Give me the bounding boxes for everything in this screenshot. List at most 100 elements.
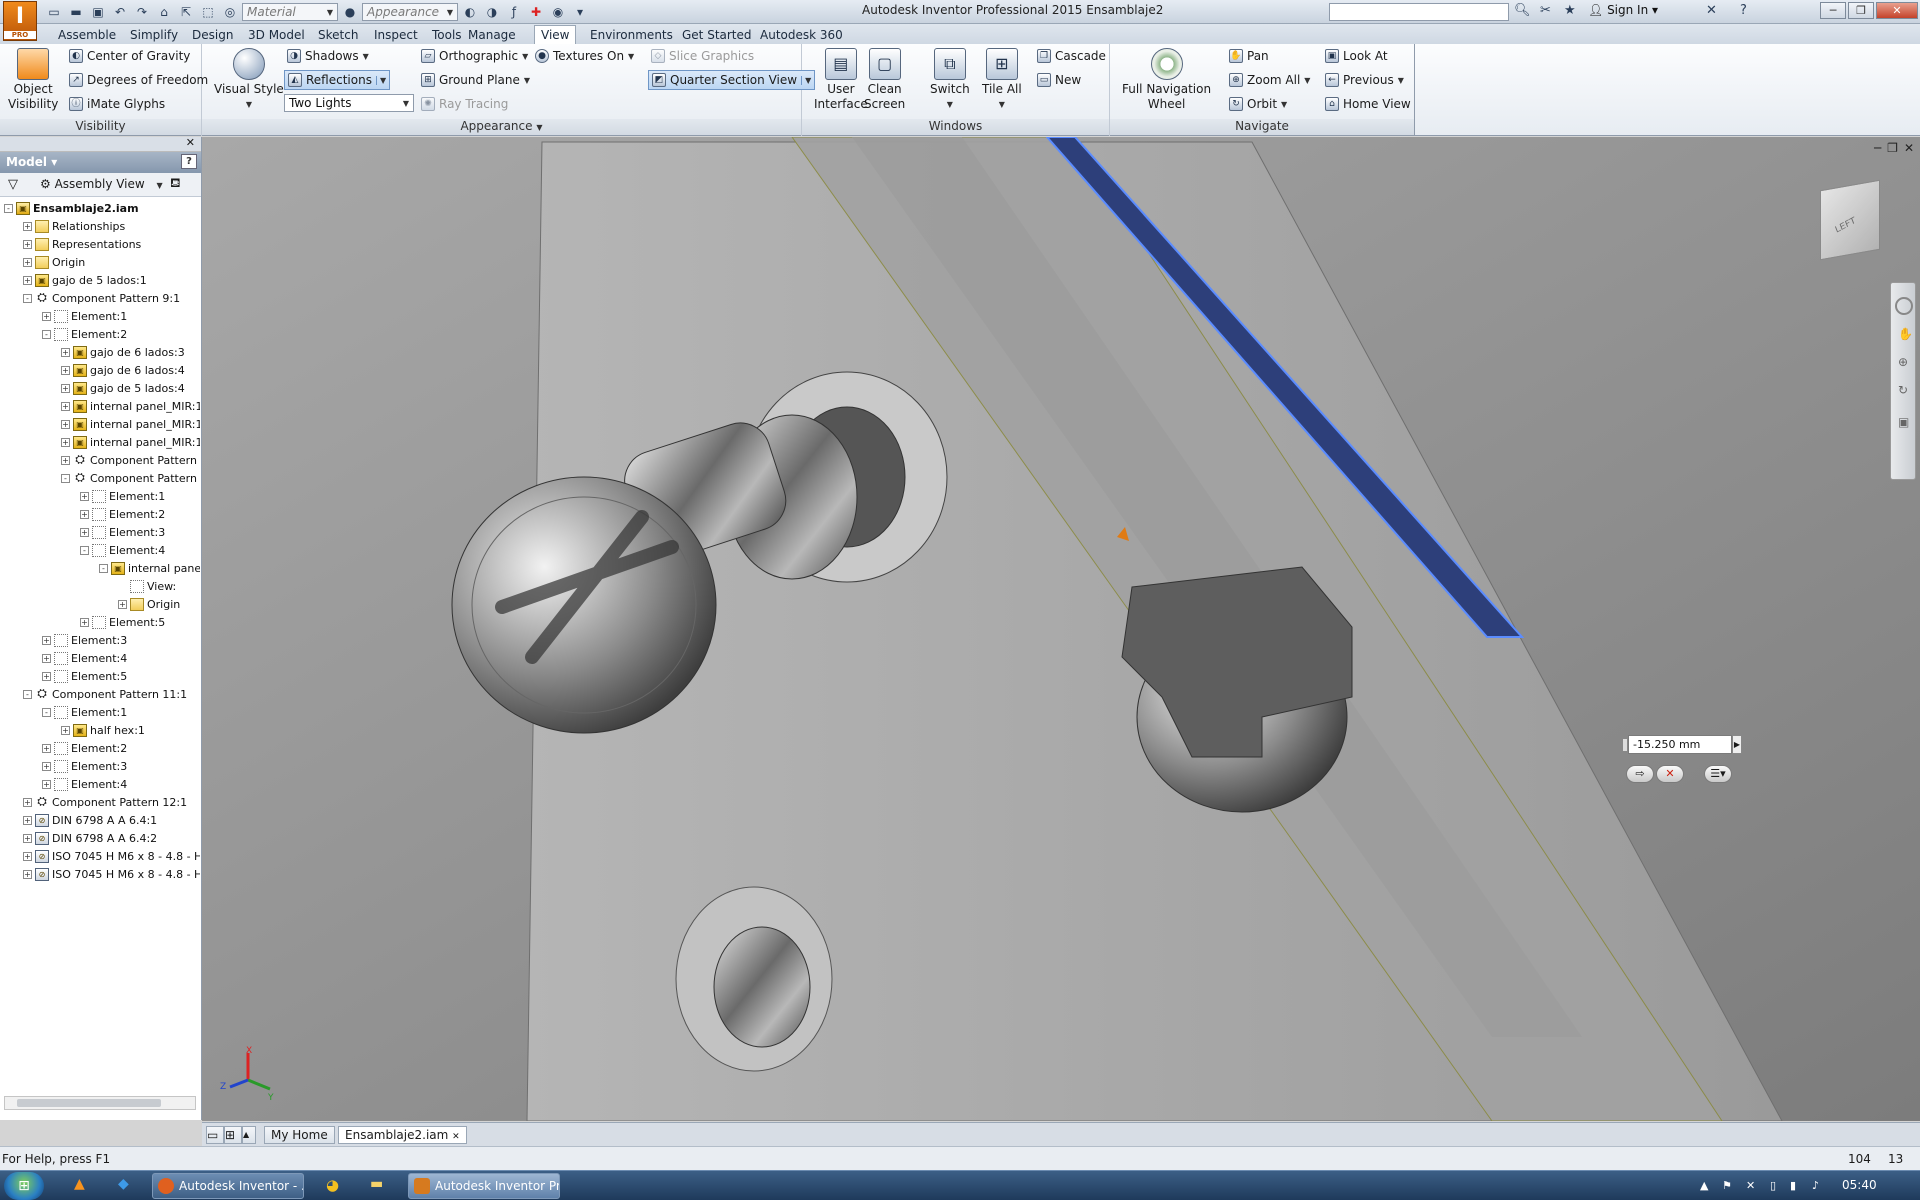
full-navigation-wheel-button[interactable]: Full Navigation Wheel <box>1122 48 1211 112</box>
look-at-button[interactable]: ▣ Look At <box>1322 46 1391 66</box>
help-search-input[interactable] <box>1329 3 1509 21</box>
tree-node[interactable]: -⛭Component Pattern 8:2 <box>61 469 200 487</box>
new-icon[interactable]: ▭ <box>44 3 64 21</box>
tab-menu-icon[interactable]: ▲ <box>242 1126 256 1144</box>
tree-node[interactable]: - ⛭ Component Pattern 9:1 <box>23 289 180 307</box>
tree-node[interactable]: + ▣ gajo de 6 lados:4 <box>61 361 185 379</box>
reflections-button[interactable]: ◭ Reflections ▼ <box>284 70 391 90</box>
zoom-all-button[interactable]: ⊕ Zoom All ▼ <box>1226 70 1313 90</box>
app-menu-button[interactable]: I PRO <box>3 1 37 41</box>
search-icon[interactable]: 🔍︎ <box>1514 3 1531 18</box>
zoom-tool-icon[interactable]: ⊕ <box>1898 355 1908 369</box>
start-button[interactable]: ⊞ <box>4 1172 44 1200</box>
color-icon[interactable]: ◉ <box>548 3 568 21</box>
close-button[interactable]: ✕ <box>1876 2 1918 19</box>
tree-node[interactable]: View: <box>118 577 176 595</box>
tree-node[interactable]: + Element:3 <box>42 631 127 649</box>
tree-node[interactable]: + Element:3 <box>42 757 127 775</box>
expand-icon[interactable]: + <box>23 221 32 231</box>
lighting-style-select[interactable]: Two Lights ▼ <box>284 94 414 112</box>
adjust-icon[interactable]: ◐ <box>460 3 480 21</box>
expand-icon[interactable]: + <box>80 617 89 627</box>
expand-icon[interactable]: + <box>23 869 32 879</box>
tab-my-home[interactable]: My Home <box>264 1126 335 1144</box>
assembly-view-select[interactable]: ⚙ Assembly View ▼ <box>40 177 163 191</box>
tree-node[interactable]: - ▣ Ensamblaje2.iam <box>4 199 139 217</box>
volume-icon[interactable]: ♪ <box>1812 1179 1819 1192</box>
switch-button[interactable]: ⧉ Switch ▼ <box>930 48 970 112</box>
ground-plane-button[interactable]: ⊞ Ground Plane ▼ <box>418 70 533 90</box>
tree-node[interactable]: + ▣ half hex:1 <box>61 721 145 739</box>
tree-node[interactable]: + Element:3 <box>80 523 165 541</box>
previous-view-button[interactable]: ← Previous ▼ <box>1322 70 1407 90</box>
tab-3d-model[interactable]: 3D Model <box>242 26 311 44</box>
expand-icon[interactable]: + <box>42 671 51 681</box>
pan-tool-icon[interactable]: ✋ <box>1898 327 1913 341</box>
collapse-icon[interactable]: - <box>99 563 108 573</box>
expand-icon[interactable]: + <box>23 257 32 267</box>
graphics-viewport[interactable]: ─ ❐ ✕ LEFT ✋ ⊕ ↻ ▣ -15.250 mm ▶ ⇨ ✕ ☰▾ X… <box>202 137 1920 1121</box>
material-select[interactable]: Material ▼ <box>242 3 338 21</box>
expand-icon[interactable]: + <box>61 383 70 393</box>
help-icon[interactable]: ? <box>1740 3 1747 18</box>
expand-icon[interactable]: + <box>61 725 70 735</box>
pan-button[interactable]: ✋ Pan <box>1226 46 1272 66</box>
tree-node[interactable]: + Relationships <box>23 217 125 235</box>
tab-ensamblaje2[interactable]: Ensamblaje2.iam ✕ <box>338 1126 467 1144</box>
tree-node[interactable]: + Element:4 <box>42 775 127 793</box>
expand-icon[interactable]: + <box>23 275 32 285</box>
orbit-tool-icon[interactable]: ↻ <box>1898 383 1908 397</box>
tab-inspect[interactable]: Inspect <box>368 26 424 44</box>
fx-icon[interactable]: ƒ <box>504 3 524 21</box>
object-visibility-button[interactable]: Object Visibility <box>8 48 58 112</box>
collapse-icon[interactable]: - <box>23 293 32 303</box>
exchange-icon[interactable]: ✕ <box>1706 3 1717 18</box>
tree-node[interactable]: + ▣ internal panel_MIR:11 <box>61 415 200 433</box>
options-button[interactable]: ☰▾ <box>1704 765 1732 783</box>
viewport-minimize-icon[interactable]: ─ <box>1874 141 1881 155</box>
tree-node[interactable]: + ▣ internal panel_MIR:10 <box>61 397 200 415</box>
tab-view[interactable]: View <box>534 25 577 44</box>
tree-node[interactable]: + Element:1 <box>42 307 127 325</box>
clock[interactable]: 05:40 <box>1842 1178 1877 1192</box>
tree-node[interactable]: + ⊘ ISO 7045 H M6 x 8 - 4.8 - H:1 <box>23 847 200 865</box>
sign-in-link[interactable]: 👤︎ Sign In ▾ <box>1588 3 1658 17</box>
browser-horizontal-scrollbar[interactable] <box>4 1096 196 1110</box>
tree-node[interactable]: -▣internal panel_M <box>99 559 200 577</box>
expand-icon[interactable]: + <box>61 365 70 375</box>
expand-icon[interactable]: + <box>80 509 89 519</box>
quarter-section-view-button[interactable]: ◩ Quarter Section View ▼ <box>648 70 816 90</box>
tree-node[interactable]: + ⊘ ISO 7045 H M6 x 8 - 4.8 - H:2 <box>23 865 200 883</box>
vlc-icon[interactable]: ▲ <box>74 1176 85 1192</box>
tree-node[interactable]: + ⛭ Component Pattern 12:1 <box>23 793 187 811</box>
tree-node[interactable]: + Origin <box>118 595 180 613</box>
tree-node[interactable]: + Origin <box>23 253 85 271</box>
clean-screen-button[interactable]: ▢ Clean Screen <box>864 48 905 112</box>
look-at-tool-icon[interactable]: ▣ <box>1898 415 1909 429</box>
expand-icon[interactable]: + <box>61 347 70 357</box>
visual-style-button[interactable]: Visual Style ▼ <box>214 48 284 112</box>
degrees-of-freedom-button[interactable]: ↗ Degrees of Freedom <box>66 70 211 90</box>
power-icon[interactable]: ▯ <box>1770 1179 1776 1192</box>
imate-glyphs-button[interactable]: ⓘ iMate Glyphs <box>66 94 168 114</box>
expand-icon[interactable]: + <box>23 815 32 825</box>
tree-node[interactable]: +⛭Component Pattern 7:2 <box>61 451 200 469</box>
find-icon[interactable]: ⛾ <box>170 176 181 193</box>
viewport-restore-icon[interactable]: ❐ <box>1887 141 1898 155</box>
tree-node[interactable]: + Element:1 <box>80 487 165 505</box>
center-of-gravity-button[interactable]: ◐ Center of Gravity <box>66 46 193 66</box>
tree-node[interactable]: + Representations <box>23 235 141 253</box>
tree-node[interactable]: + ⊘ DIN 6798 A A 6.4:1 <box>23 811 157 829</box>
redo-icon[interactable]: ↷ <box>132 3 152 21</box>
viewcube[interactable]: LEFT <box>1820 179 1880 261</box>
browser-header[interactable]: Model ▾? <box>0 151 201 173</box>
clear-icon[interactable]: ◑ <box>482 3 502 21</box>
cascade-button[interactable]: ❐ Cascade <box>1034 46 1109 66</box>
expand-icon[interactable]: + <box>23 239 32 249</box>
network-icon[interactable]: ▮ <box>1790 1179 1796 1192</box>
expand-icon[interactable]: + <box>42 761 51 771</box>
customize-icon[interactable]: ▾ <box>570 3 590 21</box>
tile-icon[interactable]: ▭ <box>206 1126 224 1144</box>
taskbar-item-inventor-pro[interactable]: Autodesk Inventor Pr... <box>408 1173 560 1199</box>
collapse-icon[interactable]: - <box>61 473 70 483</box>
